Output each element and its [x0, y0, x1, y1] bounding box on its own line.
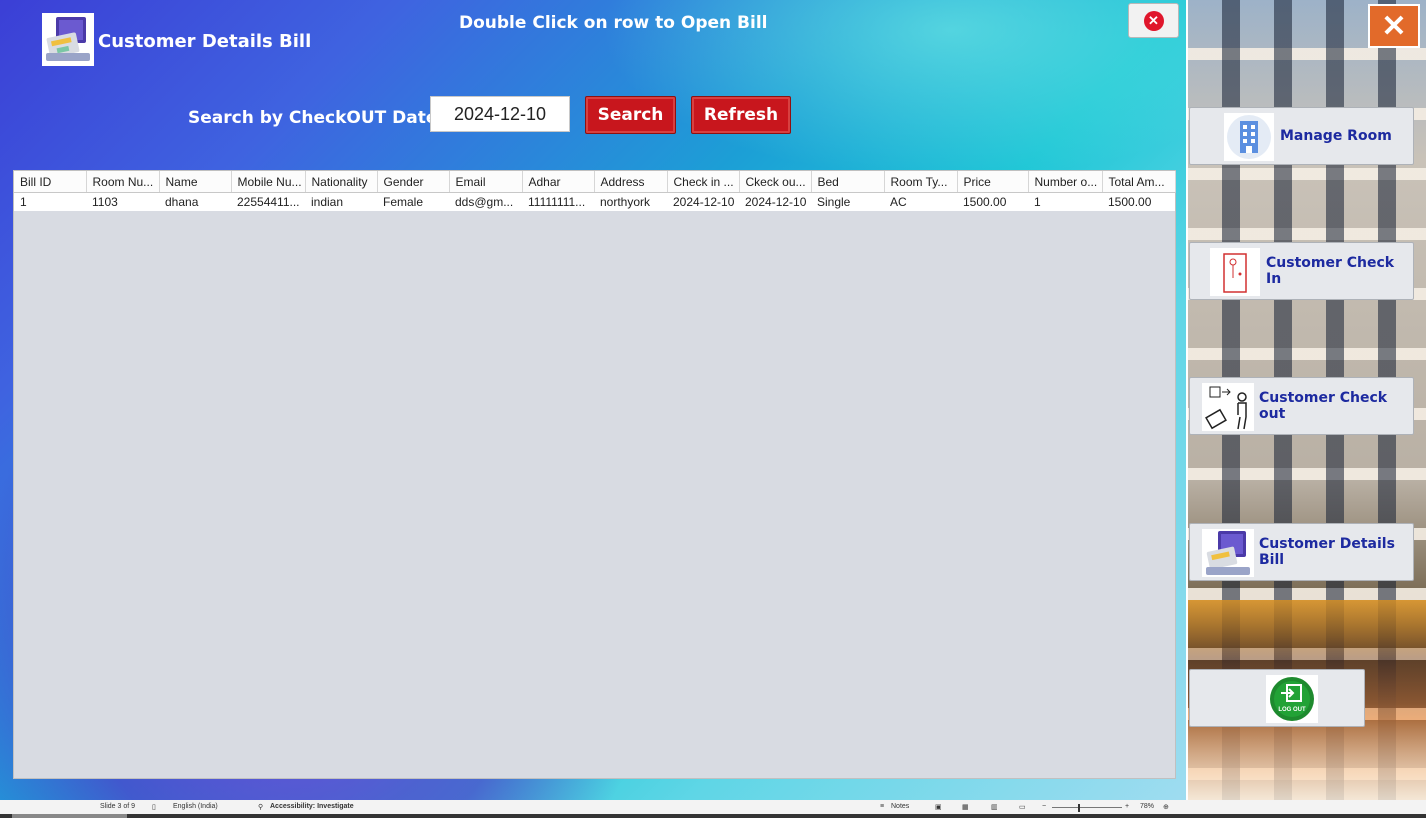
- column-header[interactable]: Check in ...: [667, 171, 740, 193]
- zoom-slider[interactable]: [1052, 807, 1122, 808]
- logout-icon: LOG OUT: [1266, 675, 1318, 723]
- column-header[interactable]: Adhar: [522, 171, 595, 193]
- accessibility-status[interactable]: Accessibility: Investigate: [270, 803, 354, 810]
- table-cell: dhana: [159, 192, 231, 211]
- column-header[interactable]: Number o...: [1028, 171, 1103, 193]
- column-header[interactable]: Address: [594, 171, 668, 193]
- sidebar-item-customer-details-bill[interactable]: Customer Details Bill: [1189, 523, 1414, 581]
- zoom-out-icon[interactable]: −: [1042, 803, 1046, 810]
- table-row[interactable]: 1 1103 dhana 22554411... indian Female d…: [14, 192, 1175, 211]
- bill-laptop-icon: [1202, 529, 1254, 577]
- slide-indicator: Slide 3 of 9: [100, 803, 136, 810]
- sidebar-item-label: Customer Check out: [1259, 390, 1388, 422]
- notes-button[interactable]: Notes: [891, 803, 909, 810]
- column-header[interactable]: Bill ID: [14, 171, 87, 193]
- checkout-date-input[interactable]: [430, 96, 570, 132]
- notes-icon: ≡: [880, 803, 885, 810]
- close-icon: ✕: [1381, 9, 1407, 43]
- table-cell: Female: [377, 192, 449, 211]
- building-icon: [1224, 113, 1274, 161]
- slideshow-icon[interactable]: ▭: [1019, 803, 1026, 811]
- table-cell: AC: [884, 192, 957, 211]
- table-cell: 2024-12-10: [739, 192, 811, 211]
- sidebar-item-manage-room[interactable]: Manage Room: [1189, 107, 1414, 165]
- exit-button[interactable]: ✕: [1368, 4, 1420, 48]
- scrollbar-thumb[interactable]: [12, 814, 127, 818]
- person-luggage-icon: [1202, 383, 1254, 431]
- table-cell: Single: [811, 192, 884, 211]
- zoom-level[interactable]: 78%: [1140, 803, 1154, 810]
- close-icon: ✕: [1143, 10, 1164, 31]
- open-bill-hint: Double Click on row to Open Bill: [459, 13, 768, 33]
- slide-sorter-icon[interactable]: ▦: [962, 803, 969, 811]
- sidebar-item-label: Customer Details Bill: [1259, 536, 1395, 568]
- table-header-row: Bill ID Room Nu... Name Mobile Nu... Nat…: [14, 171, 1176, 193]
- table-cell: 1500.00: [1102, 192, 1175, 211]
- table-cell: 11111111...: [522, 192, 594, 211]
- table-cell: indian: [305, 192, 377, 211]
- door-icon: [1210, 248, 1260, 296]
- table-cell: dds@gm...: [449, 192, 522, 211]
- normal-view-icon[interactable]: ▣: [935, 803, 942, 811]
- scrollbar-track[interactable]: [0, 814, 1426, 818]
- table-cell: 1: [14, 192, 86, 211]
- accessibility-icon[interactable]: ⚲: [258, 803, 263, 811]
- column-header[interactable]: Name: [159, 171, 232, 193]
- column-header[interactable]: Price: [957, 171, 1029, 193]
- table-cell: 22554411...: [231, 192, 305, 211]
- column-header[interactable]: Room Ty...: [884, 171, 958, 193]
- bill-logo-icon: [42, 13, 94, 66]
- table-cell: northyork: [594, 192, 667, 211]
- page-title: Customer Details Bill: [98, 31, 312, 52]
- bills-table[interactable]: Bill ID Room Nu... Name Mobile Nu... Nat…: [13, 170, 1176, 779]
- table-cell: 1103: [86, 192, 159, 211]
- sidebar-item-customer-check-out[interactable]: Customer Check out: [1189, 377, 1414, 435]
- fit-slide-icon[interactable]: ⊕: [1163, 803, 1169, 811]
- sidebar-item-label: Manage Room: [1280, 128, 1392, 144]
- main-panel: Customer Details Bill Double Click on ro…: [0, 0, 1186, 800]
- reading-view-icon[interactable]: ▥: [991, 803, 998, 811]
- table-cell: 1500.00: [957, 192, 1028, 211]
- column-header[interactable]: Total Am...: [1102, 171, 1176, 193]
- column-header[interactable]: Email: [449, 171, 523, 193]
- search-button[interactable]: Search: [585, 96, 676, 134]
- close-button[interactable]: ✕: [1128, 3, 1179, 38]
- zoom-slider-thumb[interactable]: [1078, 804, 1080, 812]
- column-header[interactable]: Room Nu...: [86, 171, 160, 193]
- column-header[interactable]: Mobile Nu...: [231, 171, 306, 193]
- logout-button[interactable]: LOG OUT: [1189, 669, 1365, 727]
- spellcheck-icon[interactable]: ▯: [152, 803, 156, 811]
- sidebar-item-customer-check-in[interactable]: Customer Check In: [1189, 242, 1414, 300]
- search-date-label: Search by CheckOUT Date: [188, 108, 438, 128]
- column-header[interactable]: Bed: [811, 171, 885, 193]
- column-header[interactable]: Ckeck ou...: [739, 171, 812, 193]
- column-header[interactable]: Nationality: [305, 171, 378, 193]
- sidebar-item-label: Customer Check In: [1266, 255, 1395, 287]
- logout-label: LOG OUT: [1278, 707, 1306, 713]
- refresh-button[interactable]: Refresh: [691, 96, 791, 134]
- column-header[interactable]: Gender: [377, 171, 450, 193]
- language-indicator[interactable]: English (India): [173, 803, 218, 810]
- table-cell: 1: [1028, 192, 1102, 211]
- zoom-in-icon[interactable]: +: [1125, 803, 1129, 810]
- table-cell: 2024-12-10: [667, 192, 739, 211]
